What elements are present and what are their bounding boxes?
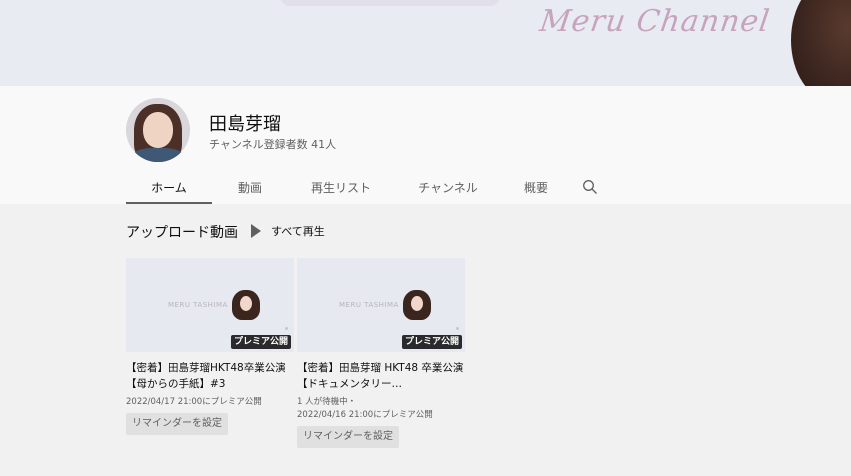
thumbnail-brand-text: MERU TASHIMA — [339, 301, 399, 309]
video-title[interactable]: 【密着】田島芽瑠HKT48卒業公演 【母からの手紙】#3 — [126, 360, 294, 392]
video-meta: 2022/04/17 21:00にプレミア公開 — [126, 396, 294, 409]
video-title[interactable]: 【密着】田島芽瑠 HKT48 卒業公演 【ドキュメンタリー… — [297, 360, 465, 392]
set-reminder-button[interactable]: リマインダーを設定 — [126, 413, 228, 435]
video-thumbnail[interactable]: MERU TASHIMA プレミア公開 — [297, 258, 465, 352]
video-card: MERU TASHIMA プレミア公開 【密着】田島芽瑠HKT48卒業公演 【母… — [126, 258, 294, 435]
thumbnail-brand-text: MERU TASHIMA — [168, 301, 228, 309]
video-meta: 1 人が待機中・ 2022/04/16 21:00にプレミア公開 — [297, 396, 465, 422]
video-card: MERU TASHIMA プレミア公開 【密着】田島芽瑠 HKT48 卒業公演 … — [297, 258, 465, 448]
channel-name: 田島芽瑠 — [209, 114, 281, 135]
banner-photo — [791, 0, 851, 86]
banner-script-text: Meru Channel — [537, 4, 773, 39]
tab-videos[interactable]: 動画 — [212, 172, 288, 202]
tab-home[interactable]: ホーム — [126, 172, 212, 204]
tab-playlists[interactable]: 再生リスト — [288, 172, 394, 202]
thumbnail-portrait — [230, 290, 262, 320]
tab-about[interactable]: 概要 — [502, 172, 570, 202]
premiere-badge: プレミア公開 — [230, 335, 291, 349]
set-reminder-button[interactable]: リマインダーを設定 — [297, 426, 399, 448]
channel-banner: Meru Channel — [0, 0, 851, 86]
search-icon[interactable] — [570, 172, 610, 202]
play-all-label: すべて再生 — [271, 225, 325, 238]
video-meta-line: 2022/04/16 21:00にプレミア公開 — [297, 410, 433, 420]
section-title: アップロード動画 — [126, 225, 238, 241]
play-icon — [251, 224, 261, 238]
video-thumbnail[interactable]: MERU TASHIMA プレミア公開 — [126, 258, 294, 352]
tab-channels[interactable]: チャンネル — [394, 172, 502, 202]
video-meta-line: 2022/04/17 21:00にプレミア公開 — [126, 397, 262, 407]
video-meta-line: 1 人が待機中・ — [297, 397, 357, 407]
play-all-button[interactable]: すべて再生 — [251, 222, 325, 240]
avatar[interactable] — [126, 98, 190, 162]
channel-header: 田島芽瑠 チャンネル登録者数 41人 ホーム 動画 再生リスト チャンネル 概要 — [0, 86, 851, 204]
subscriber-count: チャンネル登録者数 41人 — [209, 138, 337, 151]
channel-tabs: ホーム 動画 再生リスト チャンネル 概要 — [126, 172, 610, 204]
thumbnail-portrait — [401, 290, 433, 320]
banner-decoration — [280, 0, 500, 6]
premiere-badge: プレミア公開 — [401, 335, 462, 349]
